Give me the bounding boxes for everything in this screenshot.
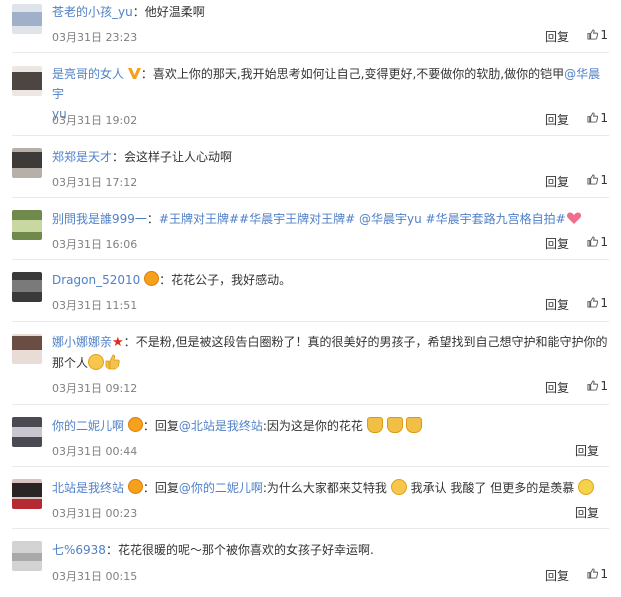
comment-time: 03月31日 09:12 bbox=[52, 382, 138, 395]
cat-emoji-icon bbox=[386, 417, 403, 433]
comment-text-cont: 那个人 bbox=[52, 356, 89, 370]
comment-text: 喜欢上你的那天,我开始思考如何让自己,变得更好,不要做你的软肋,做你的铠甲 bbox=[152, 67, 565, 81]
avatar[interactable] bbox=[12, 417, 42, 447]
like-button[interactable]: 1 bbox=[587, 173, 608, 187]
thumbs-up-icon bbox=[587, 112, 598, 123]
avatar[interactable] bbox=[12, 272, 42, 302]
comment-username[interactable]: Dragon_52010 bbox=[52, 273, 140, 287]
divider bbox=[12, 528, 609, 529]
like-button[interactable]: 1 bbox=[587, 111, 608, 125]
divider bbox=[12, 52, 609, 53]
avatar[interactable] bbox=[12, 148, 42, 178]
comment-username[interactable]: 郑郑是天才 bbox=[52, 150, 112, 164]
comment-time: 03月31日 00:44 bbox=[52, 445, 138, 458]
comment-text: :为什么大家都来艾特我 bbox=[262, 481, 387, 495]
comment-time: 03月31日 17:12 bbox=[52, 176, 138, 189]
like-button[interactable]: 1 bbox=[587, 379, 608, 393]
avatar[interactable] bbox=[12, 4, 42, 34]
mention-link[interactable]: @你的二妮儿啊 bbox=[179, 481, 263, 495]
comment-time: 03月31日 19:02 bbox=[52, 114, 138, 127]
comment-time: 03月31日 00:15 bbox=[52, 570, 138, 583]
divider bbox=[12, 259, 609, 260]
divider bbox=[12, 135, 609, 136]
comment-text: 他好温柔啊 bbox=[144, 5, 205, 19]
reply-button[interactable]: 回复 bbox=[545, 111, 569, 128]
verified-v-icon bbox=[127, 68, 141, 79]
reply-button[interactable]: 回复 bbox=[545, 235, 569, 252]
reply-button[interactable]: 回复 bbox=[575, 442, 599, 459]
comment-time: 03月31日 23:23 bbox=[52, 31, 138, 44]
comment-username[interactable]: 是亮哥的女人 bbox=[52, 67, 124, 81]
comment-text: 花花很暖的呢～那个被你喜欢的女孩子好幸运啊. bbox=[117, 543, 374, 557]
vip-crown-icon bbox=[127, 479, 143, 494]
heart-emoji-icon bbox=[566, 212, 581, 224]
comment-time: 03月31日 11:51 bbox=[52, 299, 138, 312]
comment-username[interactable]: 你的二妮儿啊 bbox=[52, 419, 124, 433]
mention-link[interactable]: @华晨宇yu bbox=[359, 212, 422, 226]
avatar[interactable] bbox=[12, 334, 42, 364]
thumbs-up-icon bbox=[587, 236, 598, 247]
comment-text-cont: 我承认 我酸了 但更多的是羡慕 bbox=[410, 481, 575, 495]
comment-time: 03月31日 00:23 bbox=[52, 507, 138, 520]
divider bbox=[12, 404, 609, 405]
thumbs-up-icon bbox=[587, 568, 598, 579]
avatar[interactable] bbox=[12, 541, 42, 571]
thumbs-up-icon bbox=[587, 29, 598, 40]
crying-emoji-icon bbox=[390, 479, 407, 495]
comment-text: 花花公子，我好感动。 bbox=[171, 273, 292, 287]
comment-username[interactable]: 七%6938 bbox=[52, 543, 106, 557]
vip-crown-icon bbox=[127, 417, 143, 432]
avatar[interactable] bbox=[12, 210, 42, 240]
divider bbox=[12, 466, 609, 467]
smile-emoji-icon bbox=[88, 354, 105, 370]
reply-button[interactable]: 回复 bbox=[545, 28, 569, 45]
comment-username[interactable]: 别問我是誰999一 bbox=[52, 212, 147, 226]
reply-button[interactable]: 回复 bbox=[545, 296, 569, 313]
comment-time: 03月31日 16:06 bbox=[52, 238, 138, 251]
thumbs-up-icon bbox=[587, 174, 598, 185]
comment-username[interactable]: 北站是我终站 bbox=[52, 481, 124, 495]
cat-emoji-icon bbox=[366, 417, 383, 433]
topic-link[interactable]: #王牌对王牌# bbox=[159, 212, 239, 226]
comment-text: :因为这是你的花花 bbox=[262, 419, 363, 433]
like-button[interactable]: 1 bbox=[587, 296, 608, 310]
avatar[interactable] bbox=[12, 66, 42, 96]
sweat-emoji-icon bbox=[578, 479, 595, 495]
vip-crown-icon bbox=[144, 271, 160, 286]
star-icon: ★ bbox=[112, 335, 124, 350]
like-button[interactable]: 1 bbox=[587, 235, 608, 249]
reply-button[interactable]: 回复 bbox=[575, 504, 599, 521]
topic-link[interactable]: #华晨宇套路九宫格自拍# bbox=[426, 212, 566, 226]
topic-link[interactable]: #华晨宇王牌对王牌# bbox=[239, 212, 355, 226]
comment-text: 不是粉,但是被这段告白圈粉了！真的很美好的男孩子，希望找到自己想守护和能守护你的 bbox=[135, 335, 608, 349]
reply-button[interactable]: 回复 bbox=[545, 379, 569, 396]
comment-username[interactable]: 娜小娜娜亲 bbox=[52, 335, 112, 349]
mention-link[interactable]: @北站是我终站 bbox=[179, 419, 263, 433]
reply-button[interactable]: 回复 bbox=[545, 567, 569, 584]
thumbs-up-emoji-icon bbox=[105, 354, 120, 370]
cat-emoji-icon bbox=[406, 417, 423, 433]
comment-username[interactable]: 苍老的小孩_yu bbox=[52, 5, 133, 19]
thumbs-up-icon bbox=[587, 297, 598, 308]
avatar[interactable] bbox=[12, 479, 42, 509]
divider bbox=[12, 197, 609, 198]
like-button[interactable]: 1 bbox=[587, 28, 608, 42]
like-button[interactable]: 1 bbox=[587, 567, 608, 581]
divider bbox=[12, 321, 609, 322]
reply-button[interactable]: 回复 bbox=[545, 173, 569, 190]
thumbs-up-icon bbox=[587, 380, 598, 391]
comment-text: 会这样子让人心动啊 bbox=[124, 150, 233, 164]
